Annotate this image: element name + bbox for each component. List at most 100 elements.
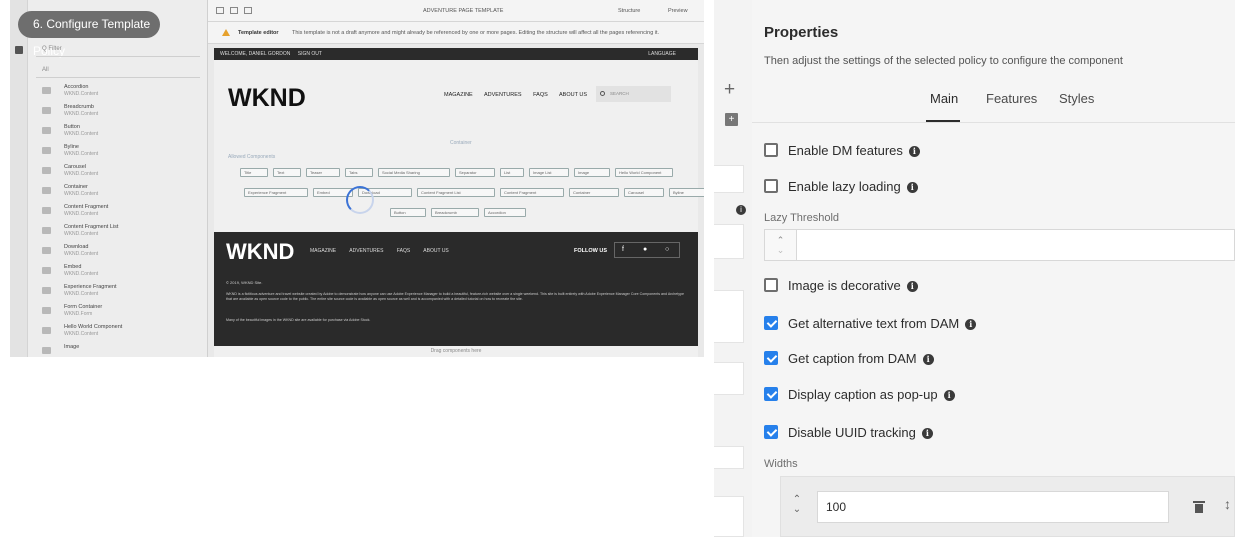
allowed-component-chip[interactable]: Button: [390, 208, 426, 217]
trash-icon[interactable]: [1193, 501, 1205, 513]
drag-components-here[interactable]: Drag components here: [214, 346, 698, 357]
display-caption-popup-checkbox[interactable]: [764, 387, 778, 401]
allowed-component-chip[interactable]: Byline: [669, 188, 704, 197]
allowed-component-chip[interactable]: List: [500, 168, 524, 177]
image-is-decorative-label[interactable]: Image is decorative i: [788, 278, 918, 293]
component-list-item[interactable]: Download WKND.Content: [36, 242, 196, 262]
enable-lazy-loading-label[interactable]: Enable lazy loading i: [788, 179, 918, 194]
allowed-component-chip[interactable]: Title: [240, 168, 268, 177]
search-field[interactable]: SEARCH: [596, 86, 671, 102]
allowed-component-chip[interactable]: Carousel: [624, 188, 664, 197]
enable-dm-features-label[interactable]: Enable DM features i: [788, 143, 920, 158]
language-select[interactable]: LANGUAGE: [648, 48, 676, 60]
twitter-icon[interactable]: ●: [643, 243, 647, 257]
tab-main[interactable]: Main: [930, 91, 958, 106]
add-icon[interactable]: +: [724, 80, 735, 99]
component-name: Experience Fragment: [64, 284, 117, 290]
component-name: Embed: [64, 264, 82, 270]
enable-lazy-loading-checkbox[interactable]: [764, 179, 778, 193]
disable-uuid-tracking-checkbox[interactable]: [764, 425, 778, 439]
allowed-component-chip[interactable]: Content Fragment: [500, 188, 564, 197]
group-select[interactable]: All: [36, 63, 200, 78]
chevron-up-icon[interactable]: ⌃: [777, 235, 785, 245]
get-caption-from-dam-checkbox[interactable]: [764, 351, 778, 365]
mode-select[interactable]: Structure: [618, 8, 640, 14]
component-group: WKND.Content: [64, 331, 99, 337]
component-list-item[interactable]: Image: [36, 342, 196, 357]
allowed-component-chip[interactable]: Tabs: [345, 168, 373, 177]
allowed-component-chip[interactable]: Experience Fragment: [244, 188, 308, 197]
nav-link[interactable]: ADVENTURES: [484, 92, 522, 98]
instagram-icon[interactable]: ○: [665, 243, 669, 257]
info-icon[interactable]: i: [921, 428, 933, 439]
component-list-item[interactable]: Container WKND.Content: [36, 182, 196, 202]
tab-features[interactable]: Features: [986, 91, 1037, 106]
allowed-component-chip[interactable]: Image: [574, 168, 610, 177]
allowed-component-chip[interactable]: Hello World Component: [615, 168, 673, 177]
allowed-component-chip[interactable]: Content Fragment List: [417, 188, 495, 197]
allowed-component-chip[interactable]: Accordion: [484, 208, 526, 217]
nav-link[interactable]: ABOUT US: [559, 92, 587, 98]
component-list-item[interactable]: Form Container WKND.Form: [36, 302, 196, 322]
footer-nav-link[interactable]: MAGAZINE: [310, 248, 336, 254]
component-list-item[interactable]: Carousel WKND.Content: [36, 162, 196, 182]
filter-input[interactable]: Q Filter: [36, 42, 200, 57]
tabs-divider: [752, 122, 1235, 123]
component-list-item[interactable]: Hello World Component WKND.Content: [36, 322, 196, 342]
footer-logo[interactable]: WKND: [226, 239, 294, 265]
component-list-item[interactable]: Breadcrumb WKND.Content: [36, 102, 196, 122]
number-stepper[interactable]: ⌃ ⌄: [765, 230, 797, 260]
info-icon[interactable]: i: [908, 146, 920, 157]
signout-link[interactable]: SIGN OUT: [298, 51, 322, 57]
info-icon[interactable]: i: [922, 354, 934, 365]
component-list-item[interactable]: Embed WKND.Content: [36, 262, 196, 282]
footer-nav-link[interactable]: ADVENTURES: [349, 248, 383, 254]
component-list-item[interactable]: Content Fragment List WKND.Content: [36, 222, 196, 242]
info-icon[interactable]: i: [906, 182, 918, 193]
get-alt-text-from-dam-checkbox[interactable]: [764, 316, 778, 330]
lazy-threshold-field[interactable]: ⌃ ⌄: [764, 229, 1235, 261]
allowed-component-chip[interactable]: Image List: [529, 168, 569, 177]
enable-dm-features-checkbox[interactable]: [764, 143, 778, 157]
component-list-item[interactable]: Byline WKND.Content: [36, 142, 196, 162]
component-group: WKND.Content: [64, 111, 99, 117]
wknd-logo[interactable]: WKND: [228, 84, 306, 113]
layers-icon[interactable]: [15, 46, 23, 54]
component-list-item[interactable]: Content Fragment WKND.Content: [36, 202, 196, 222]
info-icon[interactable]: i: [965, 319, 977, 330]
number-stepper[interactable]: ⌃ ⌄: [789, 495, 805, 519]
component-list-item[interactable]: Experience Fragment WKND.Content: [36, 282, 196, 302]
component-list-item[interactable]: Button WKND.Content: [36, 122, 196, 142]
width-input[interactable]: 100: [817, 491, 1169, 523]
facebook-icon[interactable]: f: [622, 243, 624, 257]
panel-subtitle: Then adjust the settings of the selected…: [764, 55, 1123, 67]
chevron-down-icon[interactable]: ⌄: [777, 245, 785, 255]
allowed-component-chip[interactable]: Text: [273, 168, 301, 177]
allowed-component-chip[interactable]: Separator: [455, 168, 495, 177]
component-list-item[interactable]: Accordion WKND.Content: [36, 82, 196, 102]
settings-icon[interactable]: [244, 7, 252, 14]
allowed-component-chip[interactable]: Container: [569, 188, 619, 197]
tab-styles[interactable]: Styles: [1059, 91, 1094, 106]
nav-link[interactable]: MAGAZINE: [444, 92, 473, 98]
add-panel-icon[interactable]: +: [725, 113, 738, 126]
toggle-panel-icon[interactable]: [216, 7, 224, 14]
drag-handle-icon[interactable]: ↕: [1224, 497, 1231, 511]
display-caption-popup-label[interactable]: Display caption as pop-up i: [788, 387, 955, 402]
footer-nav-link[interactable]: FAQS: [397, 248, 410, 254]
preview-button[interactable]: Preview: [668, 8, 688, 14]
get-alt-text-from-dam-label[interactable]: Get alternative text from DAM i: [788, 316, 977, 331]
allowed-component-chip[interactable]: Teaser: [306, 168, 340, 177]
info-icon[interactable]: i: [906, 281, 918, 292]
allowed-component-chip[interactable]: Social Media Sharing: [378, 168, 450, 177]
component-icon: [42, 187, 51, 194]
footer-nav-link[interactable]: ABOUT US: [423, 248, 448, 254]
allowed-component-chip[interactable]: Breadcrumb: [431, 208, 479, 217]
nav-link[interactable]: FAQS: [533, 92, 548, 98]
page-info-icon[interactable]: [230, 7, 238, 14]
image-is-decorative-checkbox[interactable]: [764, 278, 778, 292]
chevron-down-icon[interactable]: ⌄: [793, 504, 801, 515]
info-icon[interactable]: i: [943, 390, 955, 401]
disable-uuid-tracking-label[interactable]: Disable UUID tracking i: [788, 425, 933, 440]
get-caption-from-dam-label[interactable]: Get caption from DAM i: [788, 351, 934, 366]
